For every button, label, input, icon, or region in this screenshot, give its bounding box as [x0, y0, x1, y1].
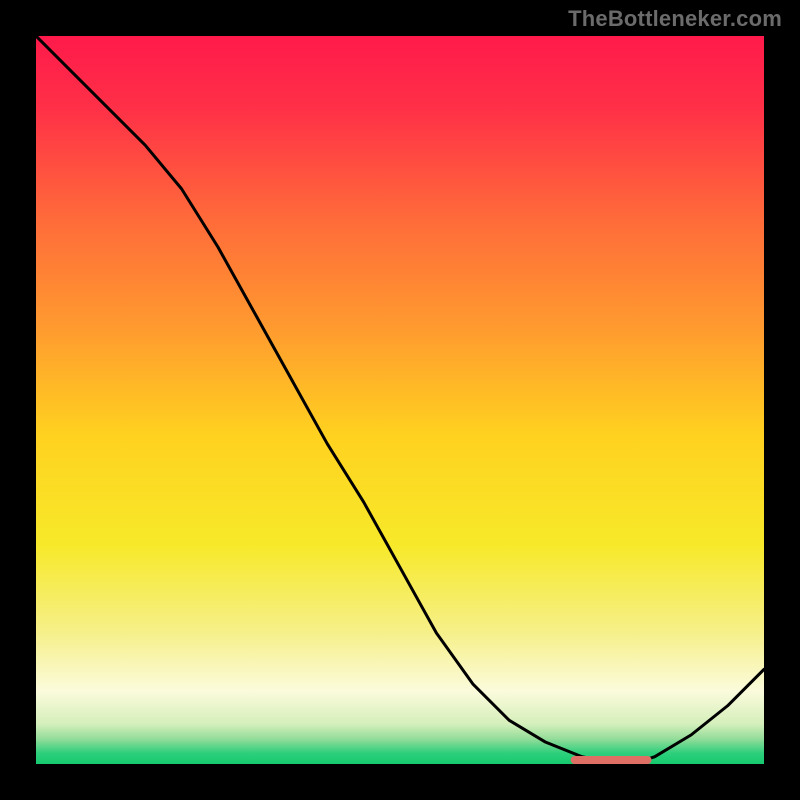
plot-area [36, 36, 764, 764]
chart-svg [36, 36, 764, 764]
attribution-label: TheBottleneker.com [568, 6, 782, 32]
chart-container: TheBottleneker.com [0, 0, 800, 800]
